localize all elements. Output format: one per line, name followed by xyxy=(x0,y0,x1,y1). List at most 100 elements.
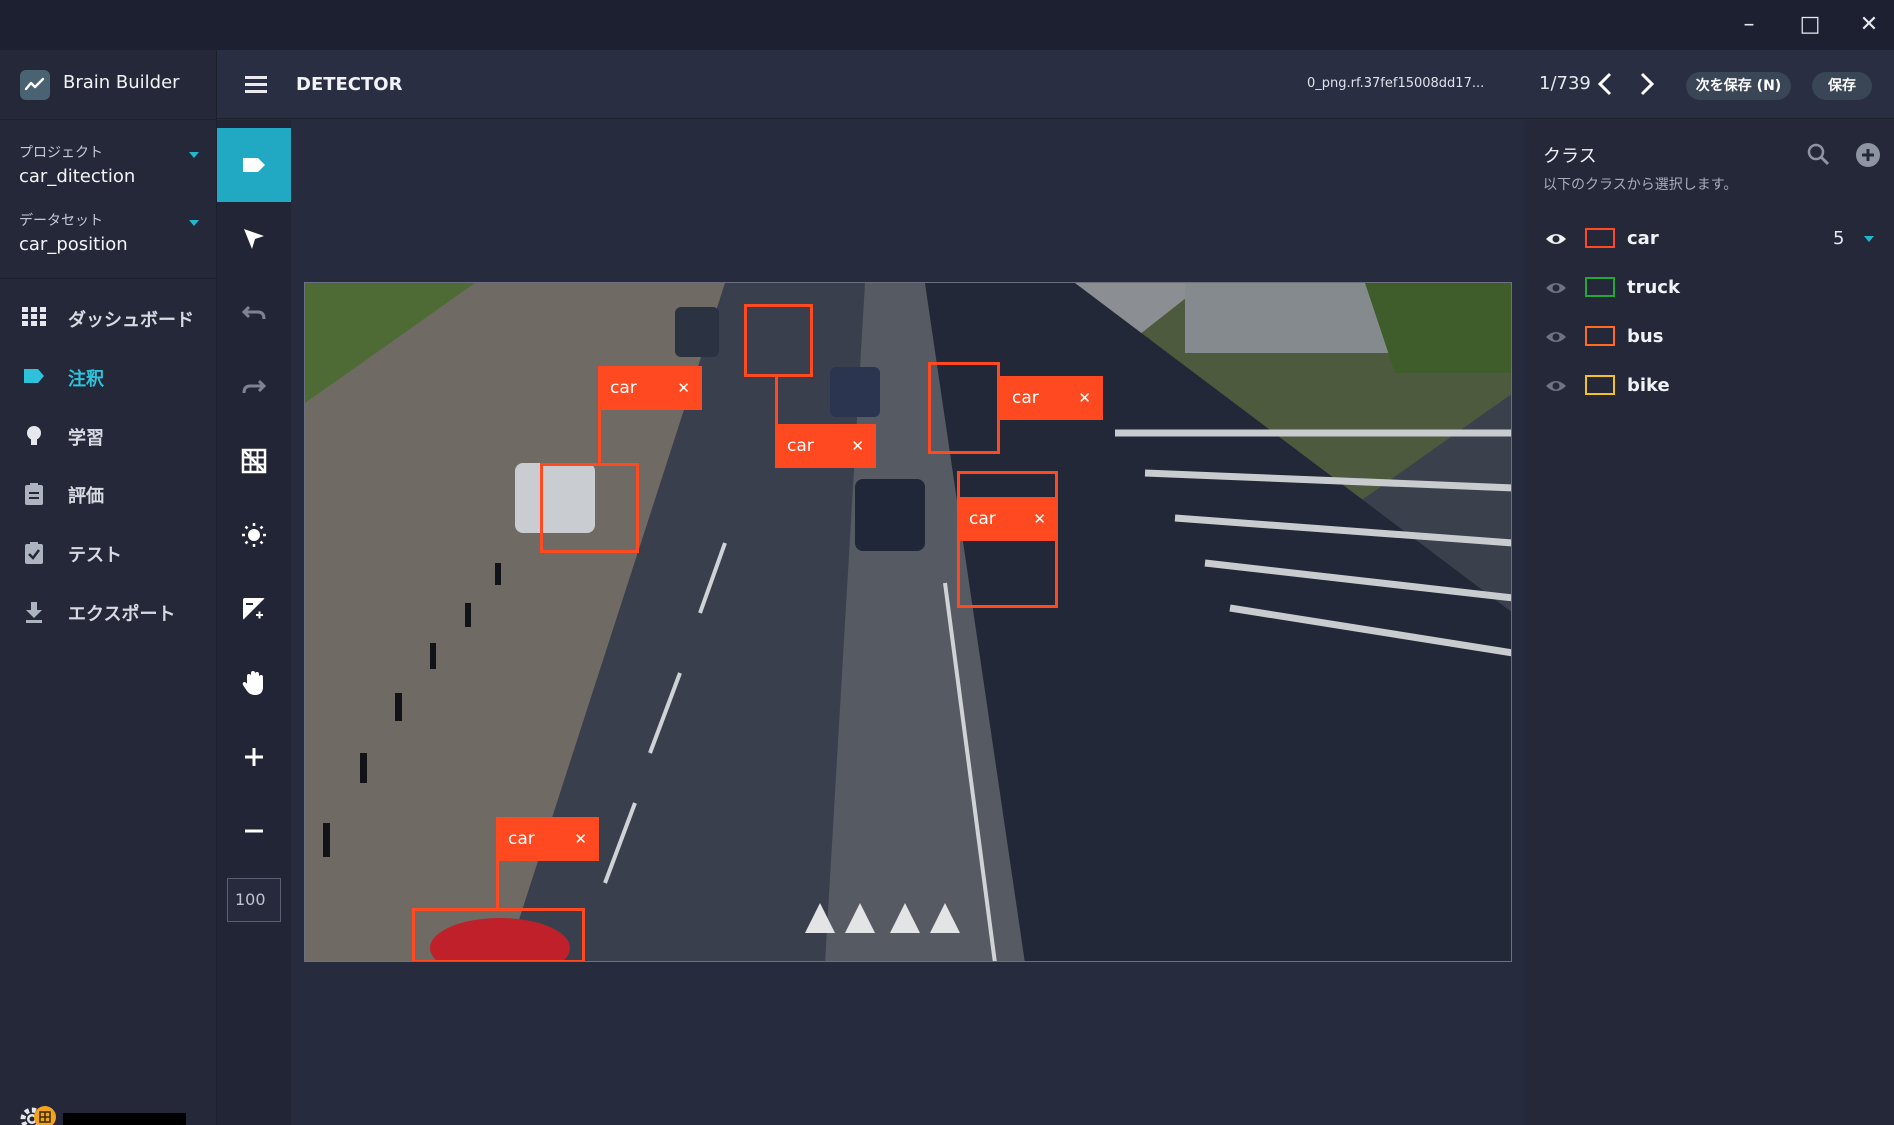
classes-panel: クラス 以下のクラスから選択します。 car 5 truck bus bike xyxy=(1523,120,1894,1125)
image-counter: 1/739 xyxy=(1539,73,1591,94)
class-color-swatch xyxy=(1585,228,1615,248)
sidebar-item-label: 評価 xyxy=(68,486,104,507)
road-scene-image xyxy=(305,283,1511,961)
annotation-label: car xyxy=(787,436,814,456)
annotation-tag[interactable]: car ✕ xyxy=(957,497,1058,541)
add-class-plus-icon[interactable] xyxy=(1855,142,1881,168)
sidebar: Brain Builder プロジェクト car_ditection データセッ… xyxy=(0,50,217,1125)
clipboard-check-icon xyxy=(22,541,46,564)
annotation-bbox[interactable] xyxy=(744,304,813,377)
tool-column: 100 xyxy=(217,120,291,1125)
remove-annotation-close-icon[interactable]: ✕ xyxy=(677,366,690,410)
project-selector[interactable]: プロジェクト car_ditection xyxy=(19,142,199,187)
remove-annotation-close-icon[interactable]: ✕ xyxy=(1033,497,1046,541)
pan-tool-button[interactable] xyxy=(217,646,291,720)
annotation-tag[interactable]: car ✕ xyxy=(496,817,599,861)
class-name: truck xyxy=(1627,277,1680,298)
dataset-label: データセット xyxy=(19,213,103,229)
visibility-eye-icon[interactable] xyxy=(1545,378,1567,394)
brightness-button[interactable] xyxy=(217,498,291,572)
class-annotation-count: 5 xyxy=(1833,228,1845,249)
grid-icon xyxy=(22,306,46,328)
annotation-tag[interactable]: car ✕ xyxy=(775,424,876,468)
contrast-button[interactable] xyxy=(217,572,291,646)
maximize-button[interactable]: □ xyxy=(1792,8,1828,42)
sidebar-item-dashboard[interactable]: ダッシュボード xyxy=(0,294,217,340)
class-color-swatch xyxy=(1585,375,1615,395)
label-tool-icon xyxy=(243,158,265,172)
save-button[interactable]: 保存 xyxy=(1812,72,1872,100)
class-expand-caret-icon[interactable] xyxy=(1864,236,1874,242)
zoom-level-input[interactable]: 100 xyxy=(227,878,281,922)
remove-annotation-close-icon[interactable]: ✕ xyxy=(851,424,864,468)
class-row-bus[interactable]: bus xyxy=(1523,316,1894,365)
dataset-value: car_position xyxy=(19,234,128,255)
contrast-icon xyxy=(243,598,265,620)
class-name: car xyxy=(1627,228,1659,249)
sidebar-item-export[interactable]: エクスポート xyxy=(0,588,217,634)
brand[interactable]: Brain Builder xyxy=(0,50,217,120)
remove-annotation-close-icon[interactable]: ✕ xyxy=(574,817,587,861)
select-tool-button[interactable] xyxy=(217,202,291,276)
class-row-bike[interactable]: bike xyxy=(1523,365,1894,414)
sidebar-item-label: テスト xyxy=(68,545,122,566)
pointer-icon xyxy=(244,229,264,249)
label-tag-icon xyxy=(22,365,46,387)
sidebar-item-annotation[interactable]: 注釈 xyxy=(0,353,217,399)
redo-icon xyxy=(242,379,267,394)
visibility-eye-icon[interactable] xyxy=(1545,280,1567,296)
class-row-car[interactable]: car 5 xyxy=(1523,218,1894,267)
annotation-leader-line xyxy=(496,861,499,908)
class-color-swatch xyxy=(1585,277,1615,297)
dataset-selector[interactable]: データセット car_position xyxy=(19,210,199,255)
remove-annotation-close-icon[interactable]: ✕ xyxy=(1078,376,1091,420)
annotation-bbox[interactable] xyxy=(540,463,639,553)
page-title: DETECTOR xyxy=(296,74,403,95)
project-label: プロジェクト xyxy=(19,145,103,161)
classes-panel-subtitle: 以下のクラスから選択します。 xyxy=(1543,177,1738,193)
notification-badge-icon[interactable] xyxy=(34,1106,56,1125)
annotated-road-photo[interactable]: car ✕ car ✕ car ✕ car ✕ car ✕ xyxy=(304,282,1512,962)
annotation-tag[interactable]: car ✕ xyxy=(598,366,702,410)
annotation-leader-line xyxy=(598,410,601,463)
undo-icon xyxy=(241,305,266,320)
lightbulb-icon xyxy=(22,424,46,446)
save-and-next-button[interactable]: 次を保存 (N) xyxy=(1686,72,1791,100)
image-filename: 0_png.rf.37fef15008dd17... xyxy=(1307,76,1485,91)
zoom-out-button[interactable] xyxy=(217,794,291,868)
close-window-button[interactable]: ✕ xyxy=(1851,8,1887,42)
sidebar-item-label: 注釈 xyxy=(68,369,104,390)
grid-toggle-button[interactable] xyxy=(217,424,291,498)
dataset-dropdown-caret-icon xyxy=(189,220,199,226)
sidebar-item-training[interactable]: 学習 xyxy=(0,412,217,458)
next-image-chevron-right-icon[interactable] xyxy=(1634,70,1658,98)
visibility-eye-icon[interactable] xyxy=(1545,329,1567,345)
label-tool-button[interactable] xyxy=(217,128,291,202)
search-icon[interactable] xyxy=(1806,142,1830,166)
visibility-eye-icon[interactable] xyxy=(1545,231,1567,247)
project-dropdown-caret-icon xyxy=(189,152,199,158)
clipboard-icon xyxy=(22,482,46,505)
class-row-truck[interactable]: truck xyxy=(1523,267,1894,316)
class-name: bike xyxy=(1627,375,1670,396)
pan-hand-icon xyxy=(242,671,263,695)
annotation-bbox[interactable] xyxy=(412,908,585,961)
brightness-icon xyxy=(242,523,266,547)
annotation-canvas[interactable]: car ✕ car ✕ car ✕ car ✕ car ✕ xyxy=(291,120,1523,1125)
hamburger-menu-icon[interactable] xyxy=(245,76,267,94)
previous-image-chevron-left-icon[interactable] xyxy=(1594,70,1618,98)
undo-button[interactable] xyxy=(217,276,291,350)
sidebar-item-label: エクスポート xyxy=(68,604,176,625)
user-account-area[interactable] xyxy=(63,1113,186,1125)
minimize-button[interactable]: – xyxy=(1731,8,1767,42)
redo-button[interactable] xyxy=(217,350,291,424)
sidebar-item-evaluation[interactable]: 評価 xyxy=(0,470,217,516)
sidebar-item-test[interactable]: テスト xyxy=(0,529,217,575)
annotation-bbox[interactable] xyxy=(928,362,1000,454)
classes-panel-title: クラス xyxy=(1543,146,1597,167)
download-icon xyxy=(22,600,46,623)
project-value: car_ditection xyxy=(19,166,136,187)
annotation-tag[interactable]: car ✕ xyxy=(1000,376,1103,420)
zoom-in-button[interactable] xyxy=(217,720,291,794)
class-name: bus xyxy=(1627,326,1664,347)
